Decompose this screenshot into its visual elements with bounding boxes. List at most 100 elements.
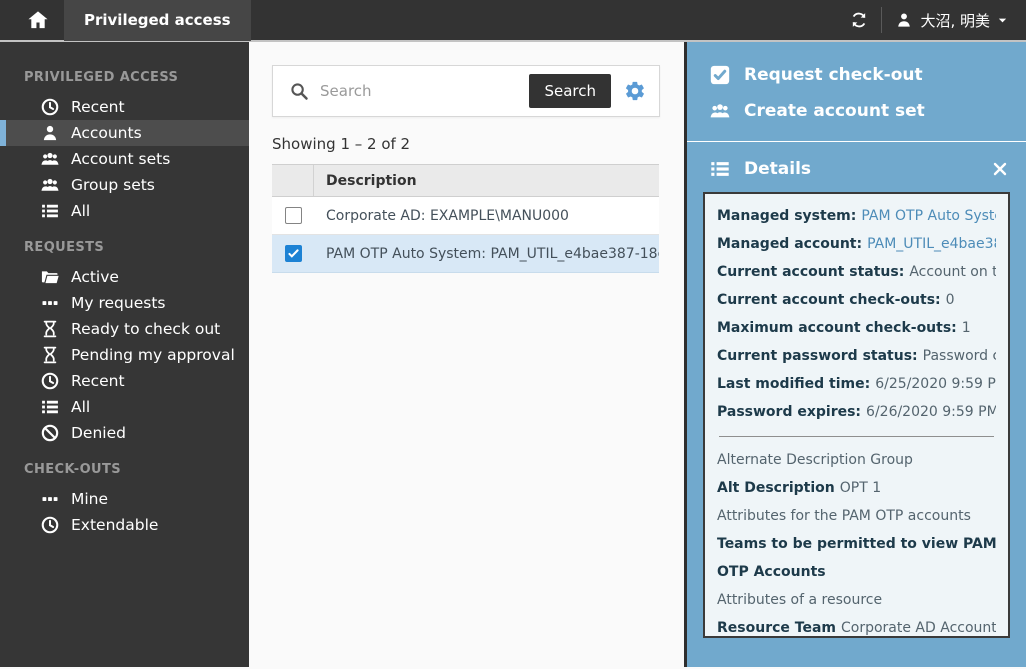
sidebar-section-title-check-outs: CHECK-OUTS (0, 446, 249, 486)
field-value[interactable]: PAM_UTIL_e4bae38 (867, 236, 996, 252)
clock-icon (40, 97, 60, 117)
attribute-value: Attributes for the PAM OTP accounts (717, 508, 971, 524)
gear-icon[interactable] (624, 80, 646, 102)
field-label: Password expires: (717, 404, 861, 420)
sidebar-item-denied[interactable]: Denied (0, 420, 249, 446)
details-field: Maximum account check-outs:1 (717, 314, 996, 342)
sidebar-item-mine[interactable]: Mine (0, 486, 249, 512)
sidebar-item-label: Pending my approval (71, 346, 235, 364)
row-checkbox[interactable] (285, 207, 302, 224)
field-value: Password co (923, 348, 996, 364)
action-request-check-out[interactable]: Request check-out (687, 57, 1026, 93)
field-value[interactable]: PAM OTP Auto Syste (861, 208, 996, 224)
sidebar-item-label: Group sets (71, 176, 155, 194)
table-header-row: Description (272, 165, 659, 197)
sidebar-item-pending-my-approval[interactable]: Pending my approval (0, 342, 249, 368)
user-icon (40, 123, 60, 143)
person-icon (895, 11, 913, 29)
sidebar-item-account-sets[interactable]: Account sets (0, 146, 249, 172)
sidebar-item-ready-to-check-out[interactable]: Ready to check out (0, 316, 249, 342)
attribute-value: OPT 1 (840, 480, 881, 496)
sidebar-item-group-sets[interactable]: Group sets (0, 172, 249, 198)
field-value: 6/25/2020 9:59 PM (875, 376, 996, 392)
topbar-divider (881, 7, 882, 33)
details-divider (719, 436, 994, 437)
accounts-table: Description Corporate AD: EXAMPLE\MANU00… (272, 164, 659, 273)
search-input[interactable] (318, 81, 529, 101)
home-button[interactable] (27, 9, 49, 31)
details-field: Current password status:Password co… (717, 342, 996, 370)
top-bar: Privileged access 大沼, 明美 (0, 0, 1026, 42)
attribute-value: Corporate AD Account (841, 620, 996, 636)
search-button[interactable]: Search (529, 74, 611, 108)
sidebar-item-label: Accounts (71, 124, 142, 142)
attribute-label: Teams to be permitted to view PAM OTI (717, 536, 996, 552)
sidebar-item-all[interactable]: All (0, 394, 249, 420)
sidebar-item-accounts[interactable]: Accounts (0, 120, 249, 146)
user-menu[interactable]: 大沼, 明美 (895, 10, 1008, 31)
refresh-icon[interactable] (850, 11, 868, 29)
field-value: Account on ta (909, 264, 996, 280)
checkbox-column-header (272, 165, 314, 196)
search-icon (289, 81, 309, 101)
details-field: Managed system:PAM OTP Auto Syste… (717, 202, 996, 230)
checkbox-icon (709, 64, 731, 86)
field-label: Last modified time: (717, 376, 870, 392)
field-value: 6/26/2020 9:59 PM (866, 404, 996, 420)
table-body: Corporate AD: EXAMPLE\MANU000 PAM OTP Aut… (272, 197, 659, 273)
ban-icon (40, 423, 60, 443)
sidebar-item-label: All (71, 398, 90, 416)
field-value: 0 (946, 292, 955, 308)
attribute-label: Resource Team (717, 620, 836, 636)
table-row[interactable]: PAM OTP Auto System: PAM_UTIL_e4bae387-1… (272, 235, 659, 273)
column-header-description[interactable]: Description (314, 165, 417, 196)
hourglass-icon (40, 319, 60, 339)
sidebar-section-title-requests: REQUESTS (0, 224, 249, 264)
sidebar-item-label: All (71, 202, 90, 220)
row-checkbox[interactable] (285, 245, 302, 262)
home-icon (27, 9, 49, 31)
clock-icon (40, 371, 60, 391)
topbar-right: 大沼, 明美 (850, 7, 1008, 33)
list-icon (40, 397, 60, 417)
field-label: Managed account: (717, 236, 862, 252)
results-summary: Showing 1 – 2 of 2 (272, 135, 684, 153)
attribute-value: Alternate Description Group (717, 452, 913, 468)
details-attribute: Alternate Description Group (717, 446, 996, 474)
main-panel: Search Showing 1 – 2 of 2 Description Co… (249, 42, 684, 667)
field-label: Current password status: (717, 348, 918, 364)
action-label: Create account set (744, 101, 925, 121)
sidebar-item-label: Account sets (71, 150, 170, 168)
sidebar-item-label: Denied (71, 424, 126, 442)
row-description: PAM OTP Auto System: PAM_UTIL_e4bae387-1… (314, 246, 659, 262)
close-icon[interactable] (992, 161, 1008, 177)
hourglass-icon (40, 345, 60, 365)
details-field: Current account status:Account on ta… (717, 258, 996, 286)
details-attribute: OTP Accounts (717, 558, 996, 586)
action-create-account-set[interactable]: Create account set (687, 93, 1026, 129)
details-attribute: Alt Description OPT 1 (717, 474, 996, 502)
app-tab-privileged-access[interactable]: Privileged access (64, 0, 251, 41)
sidebar-section-title-privileged-access: PRIVILEGED ACCESS (0, 54, 249, 94)
details-header: Details (687, 142, 1026, 190)
sidebar-item-recent[interactable]: Recent (0, 94, 249, 120)
details-attribute: Attributes of a resource (717, 586, 996, 614)
table-row[interactable]: Corporate AD: EXAMPLE\MANU000 (272, 197, 659, 235)
sidebar-item-extendable[interactable]: Extendable (0, 512, 249, 538)
row-description: Corporate AD: EXAMPLE\MANU000 (314, 208, 569, 224)
sidebar-item-my-requests[interactable]: My requests (0, 290, 249, 316)
sidebar-item-label: Recent (71, 98, 125, 116)
sidebar-item-label: My requests (71, 294, 165, 312)
list-icon (709, 158, 731, 180)
attribute-value: Attributes of a resource (717, 592, 882, 608)
attribute-label: Alt Description (717, 480, 835, 496)
panel-actions: Request check-out Create account set (687, 42, 1026, 129)
sidebar-item-label: Ready to check out (71, 320, 220, 338)
sidebar-item-label: Active (71, 268, 119, 286)
sidebar-item-all[interactable]: All (0, 198, 249, 224)
sidebar-item-recent[interactable]: Recent (0, 368, 249, 394)
users-icon (709, 100, 731, 122)
details-box: Managed system:PAM OTP Auto Syste… Manage… (703, 192, 1010, 638)
sidebar-item-active[interactable]: Active (0, 264, 249, 290)
details-field: Password expires: 6/26/2020 9:59 PM (717, 398, 996, 426)
